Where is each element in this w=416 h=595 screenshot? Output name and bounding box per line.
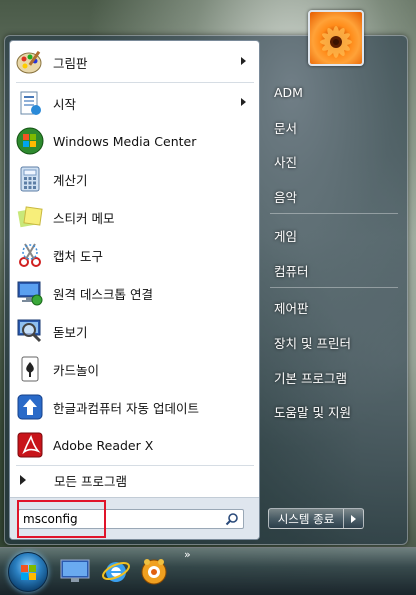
- right-item-help-support[interactable]: 도움말 및 지원: [268, 398, 398, 424]
- right-item-adm[interactable]: ADM: [268, 79, 398, 105]
- program-label: Adobe Reader X: [53, 437, 154, 453]
- arrow-right-icon: [351, 514, 356, 523]
- program-label: Windows Media Center: [53, 133, 197, 149]
- search-box[interactable]: [18, 509, 244, 529]
- taskbar-show-desktop[interactable]: [56, 553, 94, 589]
- taskbar-more-button[interactable]: »: [184, 548, 191, 561]
- program-label: 캡처 도구: [53, 248, 103, 264]
- right-item-label: 기본 프로그램: [274, 370, 347, 386]
- solitaire-icon: [13, 352, 47, 386]
- search-input[interactable]: [19, 510, 219, 528]
- programs-pane: 그림판 시작 Windows Media Center 계산기 스티커 메모 캡…: [9, 40, 260, 540]
- snipping-tool-icon: [13, 238, 47, 272]
- internet-explorer-icon: [102, 561, 130, 582]
- desktop-icon: [60, 559, 90, 582]
- program-label: 계산기: [53, 172, 88, 188]
- calculator-icon: [13, 162, 47, 196]
- media-center-icon: [13, 124, 47, 158]
- hancom-update-icon: [13, 390, 47, 424]
- divider: [270, 287, 398, 288]
- right-item-games[interactable]: 게임: [268, 222, 398, 248]
- arrow-right-icon: [20, 475, 26, 485]
- program-adobe-reader[interactable]: Adobe Reader X: [11, 427, 258, 463]
- program-label: 한글과컴퓨터 자동 업데이트: [53, 400, 199, 416]
- right-item-computer[interactable]: 컴퓨터: [268, 257, 398, 283]
- adobe-reader-icon: [13, 428, 47, 462]
- shutdown-control: 시스템 종료: [268, 508, 364, 529]
- all-programs-label: 모든 프로그램: [54, 473, 127, 489]
- program-paint[interactable]: 그림판: [11, 44, 258, 80]
- program-label: 원격 데스크톱 연결: [53, 286, 153, 302]
- right-item-label: 음악: [274, 189, 298, 205]
- right-item-label: 장치 및 프린터: [274, 335, 351, 351]
- right-item-label: 문서: [274, 120, 298, 136]
- user-picture[interactable]: [308, 10, 364, 66]
- right-item-label: ADM: [274, 84, 303, 100]
- submenu-arrow-icon[interactable]: [241, 57, 246, 65]
- divider: [270, 213, 398, 214]
- program-media-center[interactable]: Windows Media Center: [11, 123, 258, 159]
- divider: [16, 465, 254, 466]
- all-programs-button[interactable]: 모든 프로그램: [10, 470, 240, 490]
- program-hancom-update[interactable]: 한글과컴퓨터 자동 업데이트: [11, 389, 258, 425]
- remote-desktop-icon: [13, 276, 47, 310]
- start-button[interactable]: [8, 552, 48, 592]
- right-item-devices-printers[interactable]: 장치 및 프린터: [268, 329, 398, 355]
- getting-started-icon: [13, 86, 47, 120]
- right-item-pictures[interactable]: 사진: [268, 148, 398, 174]
- taskbar-media-player[interactable]: [135, 553, 173, 589]
- right-item-label: 게임: [274, 228, 298, 244]
- media-player-icon: [141, 559, 167, 585]
- divider: [16, 82, 254, 83]
- program-label: 그림판: [53, 55, 88, 71]
- right-item-label: 도움말 및 지원: [274, 404, 351, 420]
- right-item-label: 컴퓨터: [274, 263, 309, 279]
- submenu-arrow-icon[interactable]: [241, 98, 246, 106]
- sticky-notes-icon: [13, 200, 47, 234]
- right-item-music[interactable]: 음악: [268, 183, 398, 209]
- right-item-label: 제어판: [274, 300, 309, 316]
- magnifier-icon: [13, 314, 47, 348]
- program-getting-started[interactable]: 시작: [11, 85, 258, 121]
- program-sticky-notes[interactable]: 스티커 메모: [11, 199, 258, 235]
- windows-logo-icon: [21, 565, 36, 580]
- right-item-documents[interactable]: 문서: [268, 114, 398, 140]
- program-snipping-tool[interactable]: 캡처 도구: [11, 237, 258, 273]
- program-calculator[interactable]: 계산기: [11, 161, 258, 197]
- program-label: 스티커 메모: [53, 210, 115, 226]
- program-label: 돋보기: [53, 324, 88, 340]
- shutdown-options-button[interactable]: [344, 508, 364, 529]
- shutdown-label: 시스템 종료: [277, 511, 335, 526]
- right-item-default-programs[interactable]: 기본 프로그램: [268, 364, 398, 390]
- program-label: 시작: [53, 96, 77, 112]
- paint-icon: [13, 45, 47, 79]
- program-magnifier[interactable]: 돋보기: [11, 313, 258, 349]
- program-solitaire[interactable]: 카드놀이: [11, 351, 258, 387]
- flower-image: [320, 26, 352, 58]
- program-remote-desktop[interactable]: 원격 데스크톱 연결: [11, 275, 258, 311]
- right-item-label: 사진: [274, 154, 298, 170]
- search-icon[interactable]: [225, 512, 239, 526]
- taskbar-internet-explorer[interactable]: [97, 553, 135, 589]
- shutdown-button[interactable]: 시스템 종료: [268, 508, 344, 529]
- right-item-control-panel[interactable]: 제어판: [268, 294, 398, 320]
- program-label: 카드놀이: [53, 362, 100, 378]
